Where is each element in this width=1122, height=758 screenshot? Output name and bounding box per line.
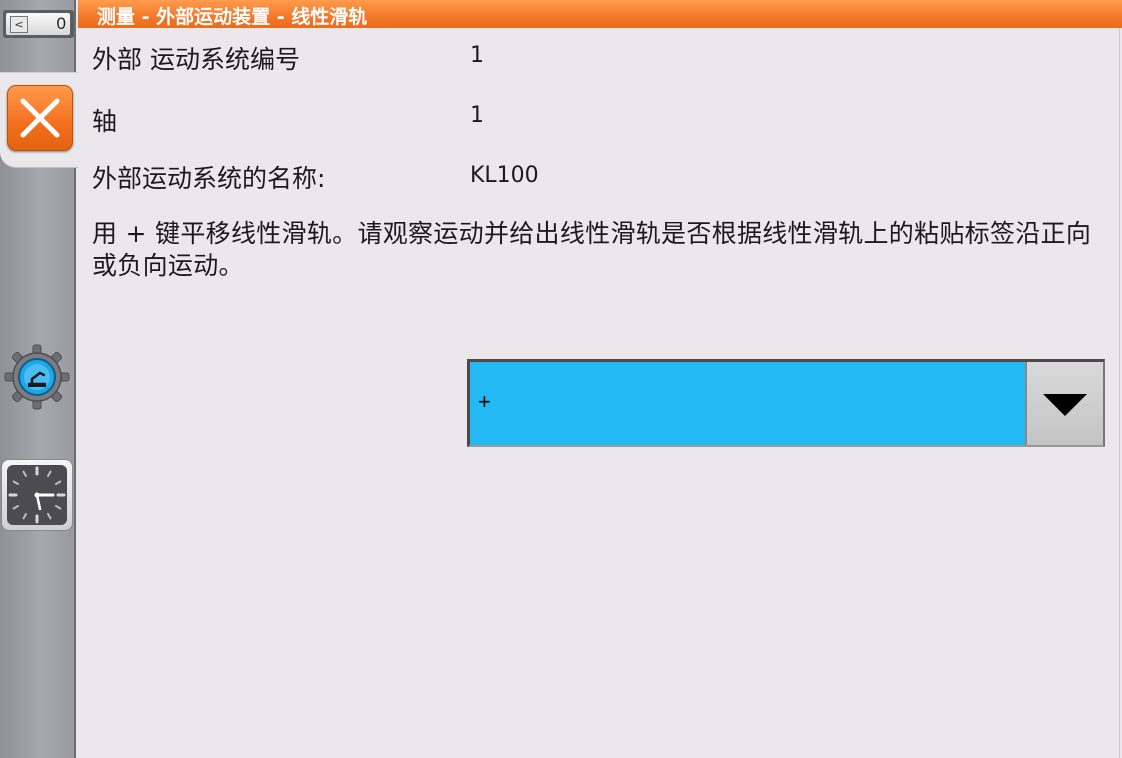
main-content: 外部 运动系统编号 1 轴 1 外部运动系统的名称: KL100 用 + 键平移… — [78, 28, 1122, 758]
status-counter[interactable]: < 0 — [3, 10, 74, 38]
robot-gear-icon[interactable] — [4, 344, 70, 410]
window-title: 测量 - 外部运动装置 - 线性滑轨 — [97, 6, 368, 28]
direction-select-value: + — [478, 389, 491, 414]
field-value-axis: 1 — [470, 103, 484, 128]
counter-value: 0 — [56, 14, 66, 33]
direction-select[interactable]: + — [467, 359, 1105, 447]
clock-face — [7, 465, 67, 525]
status-counter-display: < 0 — [6, 13, 70, 35]
counter-arrow-icon[interactable]: < — [10, 16, 28, 33]
clock-icon[interactable] — [1, 459, 73, 531]
field-label-system-name: 外部运动系统的名称: — [92, 164, 326, 193]
close-tab — [0, 72, 78, 168]
field-value-system-name: KL100 — [470, 163, 539, 188]
instruction-text: 用 + 键平移线性滑轨。请观察运动并给出线性滑轨是否根据线性滑轨上的粘贴标签沿正… — [92, 219, 1092, 280]
field-label-system-number: 外部 运动系统编号 — [92, 45, 300, 74]
field-label-axis: 轴 — [92, 107, 118, 136]
chevron-down-icon — [1043, 394, 1087, 416]
title-bar: 测量 - 外部运动装置 - 线性滑轨 — [78, 0, 1122, 28]
close-x-icon — [20, 98, 60, 138]
screen: < 0 测量 - 外部运动装置 - 线性滑轨 外部 运动系统编号 1 轴 1 外… — [0, 0, 1122, 758]
field-value-system-number: 1 — [470, 43, 484, 68]
right-border — [1119, 28, 1120, 758]
dropdown-toggle-button[interactable] — [1025, 362, 1103, 445]
close-button[interactable] — [7, 85, 73, 151]
